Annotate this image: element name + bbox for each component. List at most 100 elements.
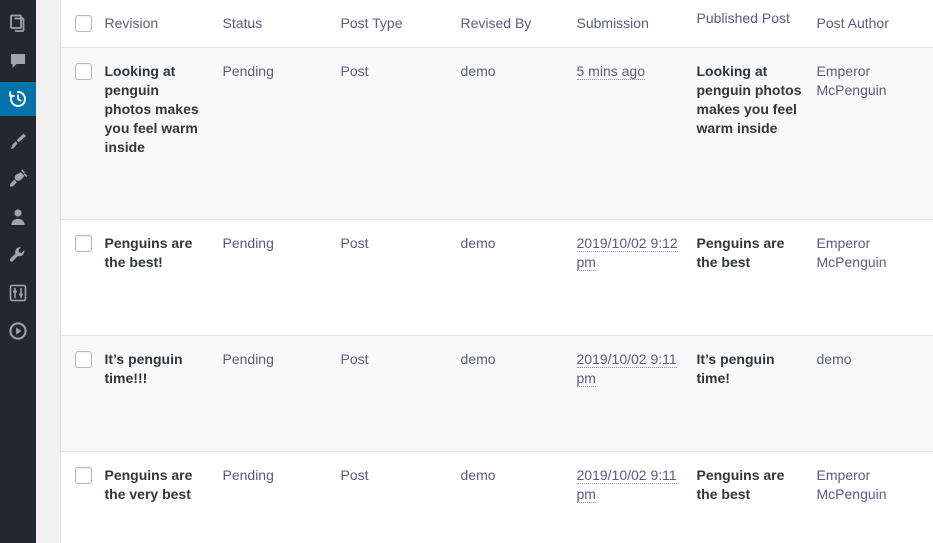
table-row: It’s penguin time!!! Pending Post demo 2… bbox=[60, 335, 933, 452]
row-select-checkbox[interactable] bbox=[75, 62, 92, 80]
published-post-link[interactable]: Penguins are the best bbox=[697, 234, 803, 272]
post-type-text: Post bbox=[340, 350, 369, 367]
column-header-revised-by[interactable]: Revised By bbox=[460, 0, 577, 48]
column-header-submission[interactable]: Submission bbox=[576, 0, 697, 48]
pages-icon bbox=[8, 13, 28, 33]
submission-timestamp[interactable]: 2019/10/02 9:11 pm bbox=[576, 466, 677, 503]
column-header-status[interactable]: Status bbox=[222, 0, 341, 48]
column-header-revision-label: Revision bbox=[104, 15, 159, 32]
post-author-text: Emperor McPenguin bbox=[816, 62, 887, 98]
admin-sidebar bbox=[0, 0, 44, 543]
row-checkbox-cell bbox=[60, 335, 105, 452]
row-status-cell: Pending bbox=[222, 335, 341, 452]
row-post-type-cell: Post bbox=[340, 335, 461, 452]
sidebar-item-appearance[interactable] bbox=[0, 124, 36, 158]
revisions-table: Revision Status Post Type Revised By Sub… bbox=[60, 0, 933, 543]
row-checkbox-cell bbox=[60, 219, 105, 336]
row-status-cell: Pending bbox=[222, 219, 341, 336]
admin-content: Revision Status Post Type Revised By Sub… bbox=[36, 0, 933, 543]
tools-wrench-icon bbox=[8, 245, 28, 265]
plugins-plug-icon bbox=[8, 169, 28, 189]
table-header-row: Revision Status Post Type Revised By Sub… bbox=[60, 0, 933, 48]
revision-title-link[interactable]: Penguins are the very best bbox=[105, 466, 209, 504]
row-submission-cell: 2019/10/02 9:12 pm bbox=[576, 219, 697, 336]
table-body: Looking at penguin photos makes you feel… bbox=[60, 47, 933, 543]
row-revision-cell: Penguins are the best! bbox=[104, 219, 223, 336]
row-checkbox-cell bbox=[60, 47, 105, 220]
row-post-author-cell: Emperor McPenguin bbox=[816, 47, 933, 220]
row-published-post-cell: Penguins are the best bbox=[696, 451, 817, 543]
row-status-cell: Pending bbox=[222, 47, 341, 220]
post-type-text: Post bbox=[340, 234, 369, 251]
post-author-text: Emperor McPenguin bbox=[816, 466, 887, 502]
published-post-link[interactable]: Looking at penguin photos makes you feel… bbox=[697, 62, 803, 138]
row-revision-cell: It’s penguin time!!! bbox=[104, 335, 223, 452]
row-post-type-cell: Post bbox=[340, 451, 461, 543]
row-select-checkbox[interactable] bbox=[75, 466, 92, 484]
row-revision-cell: Looking at penguin photos makes you feel… bbox=[104, 47, 223, 220]
column-header-revised-by-label: Revised By bbox=[460, 15, 532, 32]
revision-title-link[interactable]: It’s penguin time!!! bbox=[105, 350, 209, 388]
column-header-status-label: Status bbox=[222, 15, 263, 32]
admin-screen: Revision Status Post Type Revised By Sub… bbox=[0, 0, 933, 543]
sidebar-item-tools[interactable] bbox=[0, 238, 36, 272]
sidebar-item-collapse[interactable] bbox=[0, 314, 36, 348]
column-header-published-post[interactable]: Published Post bbox=[696, 0, 817, 48]
revision-title-link[interactable]: Penguins are the best! bbox=[105, 234, 209, 272]
row-post-author-cell: Emperor McPenguin bbox=[816, 219, 933, 336]
post-author-text: demo bbox=[816, 350, 852, 367]
column-header-published-post-label: Published Post bbox=[696, 10, 790, 27]
row-revised-by-cell: demo bbox=[460, 451, 577, 543]
sidebar-item-revisions[interactable] bbox=[0, 82, 44, 116]
row-submission-cell: 5 mins ago bbox=[576, 47, 697, 220]
table-row: Looking at penguin photos makes you feel… bbox=[60, 47, 933, 220]
comments-icon bbox=[8, 51, 28, 71]
submission-timestamp[interactable]: 5 mins ago bbox=[576, 62, 645, 80]
post-author-text: Emperor McPenguin bbox=[816, 234, 887, 270]
sidebar-item-pages[interactable] bbox=[0, 6, 36, 40]
column-header-post-author[interactable]: Post Author bbox=[816, 0, 933, 48]
users-person-icon bbox=[8, 207, 28, 227]
appearance-brush-icon bbox=[8, 131, 28, 151]
row-published-post-cell: It’s penguin time! bbox=[696, 335, 817, 452]
row-checkbox-cell bbox=[60, 451, 105, 543]
revision-title-link[interactable]: Looking at penguin photos makes you feel… bbox=[105, 62, 209, 157]
column-header-revision[interactable]: Revision bbox=[104, 0, 223, 48]
revised-by-text: demo bbox=[460, 466, 496, 483]
revised-by-text: demo bbox=[460, 62, 496, 79]
status-text: Pending bbox=[222, 234, 274, 251]
row-revision-cell: Penguins are the very best bbox=[104, 451, 223, 543]
sidebar-item-settings[interactable] bbox=[0, 276, 36, 310]
row-status-cell: Pending bbox=[222, 451, 341, 543]
table-row: Penguins are the very best Pending Post … bbox=[60, 451, 933, 543]
sidebar-item-comments[interactable] bbox=[0, 44, 36, 78]
collapse-play-icon bbox=[8, 321, 28, 341]
submission-timestamp[interactable]: 2019/10/02 9:12 pm bbox=[576, 234, 678, 271]
row-post-author-cell: Emperor McPenguin bbox=[816, 451, 933, 543]
row-published-post-cell: Looking at penguin photos makes you feel… bbox=[696, 47, 817, 220]
published-post-link[interactable]: It’s penguin time! bbox=[697, 350, 803, 388]
row-revised-by-cell: demo bbox=[460, 219, 577, 336]
table-row: Penguins are the best! Pending Post demo… bbox=[60, 219, 933, 336]
row-published-post-cell: Penguins are the best bbox=[696, 219, 817, 336]
row-post-type-cell: Post bbox=[340, 219, 461, 336]
table-header: Revision Status Post Type Revised By Sub… bbox=[60, 0, 933, 48]
column-header-post-type[interactable]: Post Type bbox=[340, 0, 461, 48]
column-header-checkbox bbox=[60, 0, 105, 48]
row-revised-by-cell: demo bbox=[460, 47, 577, 220]
post-type-text: Post bbox=[340, 466, 369, 483]
revisions-icon bbox=[8, 89, 28, 109]
row-select-checkbox[interactable] bbox=[75, 350, 92, 368]
select-all-checkbox[interactable] bbox=[75, 14, 92, 32]
submission-timestamp[interactable]: 2019/10/02 9:11 pm bbox=[576, 350, 677, 387]
status-text: Pending bbox=[222, 350, 274, 367]
row-post-type-cell: Post bbox=[340, 47, 461, 220]
published-post-link[interactable]: Penguins are the best bbox=[697, 466, 803, 504]
row-revised-by-cell: demo bbox=[460, 335, 577, 452]
sidebar-item-plugins[interactable] bbox=[0, 162, 36, 196]
revised-by-text: demo bbox=[460, 350, 496, 367]
row-post-author-cell: demo bbox=[816, 335, 933, 452]
status-text: Pending bbox=[222, 466, 274, 483]
sidebar-item-users[interactable] bbox=[0, 200, 36, 234]
row-select-checkbox[interactable] bbox=[75, 234, 92, 252]
